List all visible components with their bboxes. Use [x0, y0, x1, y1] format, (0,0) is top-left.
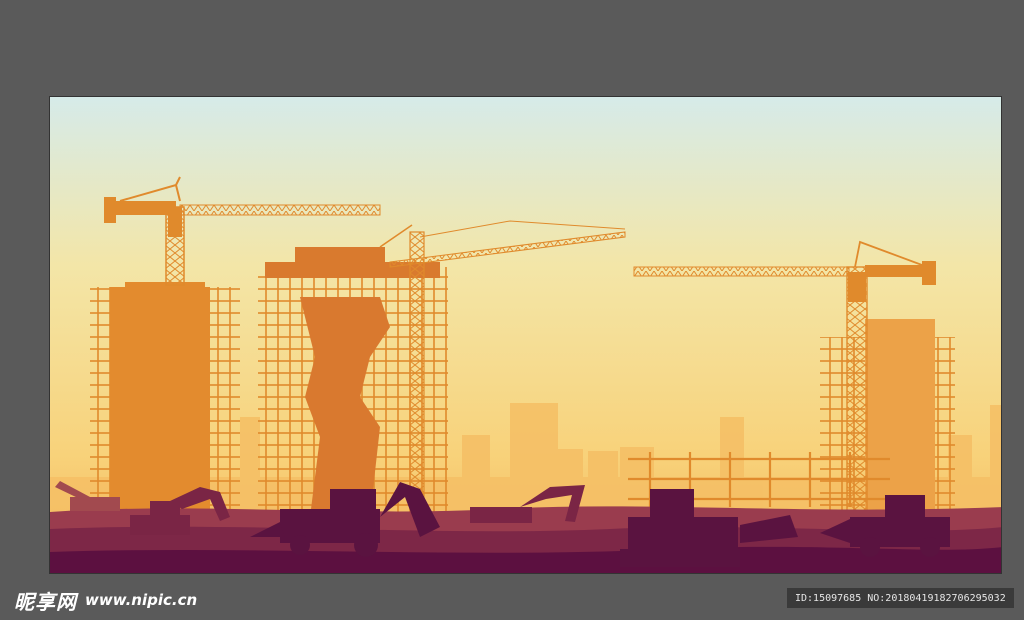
cut-off-text-row: [650, 612, 1024, 620]
site-name: 昵享网: [14, 589, 77, 614]
artboard-canvas: [49, 96, 1002, 574]
site-logo: 昵享网 www.nipic.cn: [14, 588, 198, 614]
site-url: www.nipic.cn: [85, 591, 198, 609]
left-building: [90, 282, 240, 517]
image-id-label: ID:15097685 NO:20180419182706295032: [787, 588, 1014, 608]
construction-site-illustration: [50, 97, 1001, 573]
right-building: [820, 319, 955, 515]
